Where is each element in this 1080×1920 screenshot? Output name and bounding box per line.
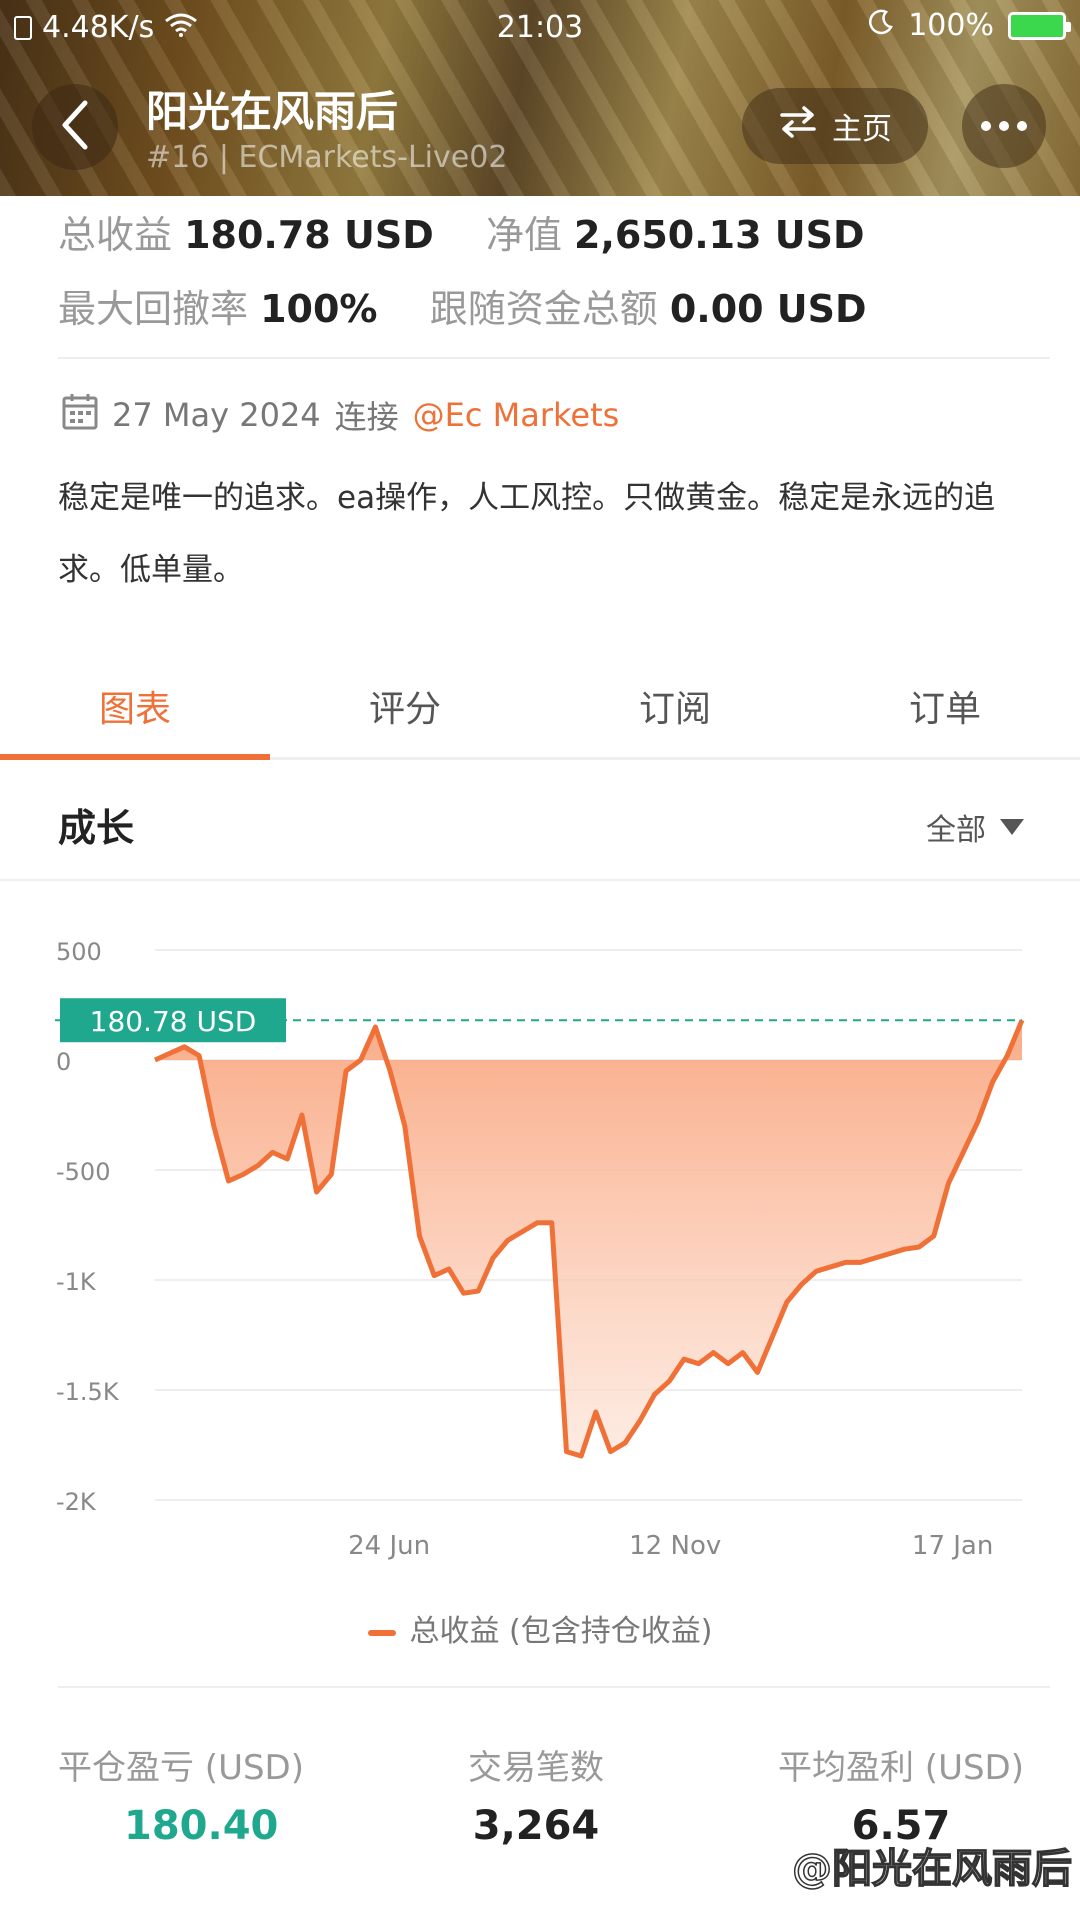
equity-label: 净值 xyxy=(485,213,562,257)
connect-date: 27 May 2024 xyxy=(112,396,321,434)
max-drawdown-value: 100% xyxy=(260,287,378,331)
dot-icon xyxy=(1017,121,1027,131)
tab-subscription[interactable]: 订阅 xyxy=(540,650,810,757)
account-meta: 27 May 2024 连接 @Ec Markets xyxy=(62,392,619,438)
trade-metrics: 平仓盈亏 (USD) 180.40 交易笔数 3,264 平均盈利 (USD) … xyxy=(58,1740,1024,1850)
equity-value: 2,650.13 USD xyxy=(574,213,865,257)
total-profit-value: 180.78 USD xyxy=(184,213,434,257)
y-tick-label: -2K xyxy=(56,1488,97,1516)
tab-orders[interactable]: 订单 xyxy=(810,650,1080,757)
calendar-icon xyxy=(62,392,98,438)
metric-value: 3,264 xyxy=(472,1803,600,1849)
growth-chart: 500 0 -500 -1K -1.5K -2K 180.78 USD 24 Jun 12 … xyxy=(55,938,1025,1561)
range-value: 全部 xyxy=(926,813,986,848)
tab-chart[interactable]: 图表 xyxy=(0,650,270,760)
y-tick-label: -1.5K xyxy=(56,1378,120,1406)
watermark: @阳光在风雨后 xyxy=(791,1845,1073,1893)
follower-funds-label: 跟随资金总额 xyxy=(429,287,658,331)
battery-icon xyxy=(1008,11,1071,40)
more-options-button[interactable] xyxy=(962,84,1046,168)
tab-rating[interactable]: 评分 xyxy=(270,650,540,757)
strategy-description: 稳定是唯一的追求。ea操作，人工风控。只做黄金。稳定是永远的追求。低单量。 xyxy=(58,480,996,588)
chevron-left-icon xyxy=(55,99,95,155)
moon-icon xyxy=(868,8,894,43)
battery-percent: 100% xyxy=(908,8,994,43)
stats-row-1: 总收益 180.78 USD 净值 2,650.13 USD xyxy=(58,204,865,259)
follower-funds-value: 0.00 USD xyxy=(669,287,867,331)
metric-label: 平仓盈亏 (USD) xyxy=(58,1748,304,1788)
y-tick-label: 500 xyxy=(56,938,102,966)
connect-label: 连接 xyxy=(334,398,399,436)
y-tick-label: -500 xyxy=(56,1158,110,1186)
metric-avg-profit: 平均盈利 (USD) 6.57 xyxy=(778,1740,1024,1849)
trader-name: 阳光在风雨后 xyxy=(146,87,399,136)
stats-row-2: 最大回撤率 100% 跟随资金总额 0.00 USD xyxy=(58,278,867,333)
metric-trade-count: 交易笔数 3,264 xyxy=(468,1740,604,1849)
total-profit-label: 总收益 xyxy=(58,213,173,257)
metric-closed-pnl: 平仓盈亏 (USD) 180.40 xyxy=(58,1740,304,1849)
back-button[interactable] xyxy=(32,84,118,170)
metric-label: 平均盈利 (USD) xyxy=(778,1748,1024,1788)
metric-value: 180.40 xyxy=(124,1803,279,1849)
x-tick-label: 17 Jan xyxy=(912,1531,993,1561)
status-bar: 4.48K/s 21:03 100% xyxy=(0,0,1080,56)
tab-bar: 图表 评分 订阅 订单 xyxy=(0,650,1080,760)
legend-swatch xyxy=(367,1629,396,1636)
range-dropdown[interactable]: 全部 xyxy=(926,805,1024,849)
chart-legend: 总收益 (包含持仓收益) xyxy=(0,1606,1080,1650)
section-title: 成长 xyxy=(58,806,135,850)
broker-link[interactable]: @Ec Markets xyxy=(413,396,620,434)
y-tick-label: 0 xyxy=(56,1048,71,1076)
current-value-label: 180.78 USD xyxy=(90,1005,257,1038)
growth-section-header: 成长 全部 xyxy=(0,765,1080,881)
swap-icon xyxy=(778,105,818,147)
metric-label: 交易笔数 xyxy=(468,1748,604,1788)
divider xyxy=(58,357,1050,359)
y-tick-label: -1K xyxy=(56,1268,97,1296)
legend-label: 总收益 (包含持仓收益) xyxy=(409,1614,713,1649)
divider xyxy=(58,1686,1050,1688)
dot-icon xyxy=(999,121,1009,131)
x-tick-label: 24 Jun xyxy=(348,1531,430,1561)
home-button[interactable]: 主页 xyxy=(742,88,928,164)
dot-icon xyxy=(981,121,991,131)
account-info: #16 | ECMarkets-Live02 xyxy=(146,140,508,175)
home-button-label: 主页 xyxy=(832,112,892,147)
max-drawdown-label: 最大回撤率 xyxy=(58,287,249,331)
caret-down-icon xyxy=(1000,819,1024,835)
x-tick-label: 12 Nov xyxy=(629,1531,721,1561)
